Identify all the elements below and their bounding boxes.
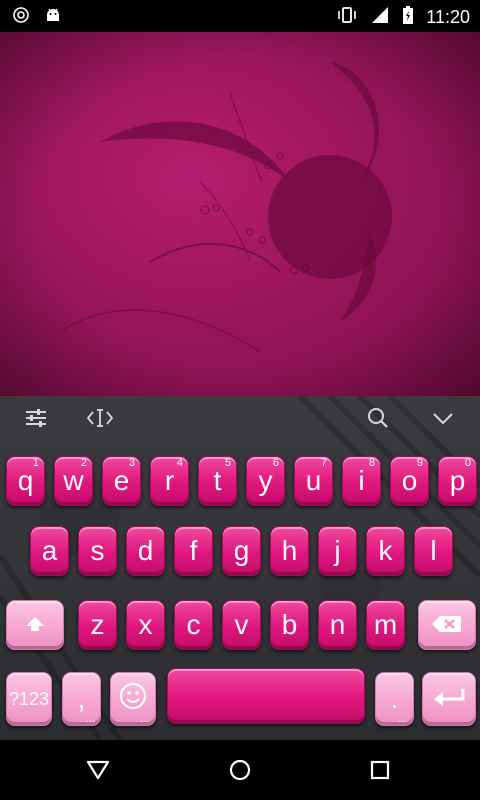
key-e[interactable]: 3e — [102, 456, 141, 506]
key-l[interactable]: l — [414, 526, 453, 576]
key-h[interactable]: h — [270, 526, 309, 576]
space-bar[interactable] — [167, 668, 365, 724]
enter-key[interactable] — [422, 672, 476, 726]
key-y[interactable]: 6y — [246, 456, 285, 506]
backspace-icon — [431, 609, 463, 641]
key-t[interactable]: 5t — [198, 456, 237, 506]
key-f[interactable]: f — [174, 526, 213, 576]
sync-icon — [12, 6, 30, 29]
key-j[interactable]: j — [318, 526, 357, 576]
key-o[interactable]: 9o — [390, 456, 429, 506]
key-a[interactable]: a — [30, 526, 69, 576]
cursor-icon[interactable] — [80, 402, 120, 434]
android-icon — [44, 6, 62, 29]
shift-arrow-icon — [24, 609, 46, 641]
status-bar: 11:20 — [0, 0, 480, 32]
key-b[interactable]: b — [270, 600, 309, 650]
back-icon[interactable] — [78, 755, 118, 785]
home-icon[interactable] — [220, 755, 260, 785]
key-m[interactable]: m — [366, 600, 405, 650]
key-n[interactable]: n — [318, 600, 357, 650]
key-r[interactable]: 4r — [150, 456, 189, 506]
keyboard-toolbar — [0, 396, 480, 440]
signal-icon — [370, 5, 390, 30]
comma-key[interactable]: ,… — [62, 672, 101, 726]
key-z[interactable]: z — [78, 600, 117, 650]
key-q[interactable]: 1q — [6, 456, 45, 506]
key-x[interactable]: x — [126, 600, 165, 650]
key-c[interactable]: c — [174, 600, 213, 650]
wallpaper-background — [0, 32, 480, 396]
shift-key[interactable] — [6, 600, 64, 650]
key-d[interactable]: d — [126, 526, 165, 576]
vibrate-icon — [336, 5, 358, 30]
key-g[interactable]: g — [222, 526, 261, 576]
backspace-key[interactable] — [418, 600, 476, 650]
smiley-icon — [118, 681, 148, 718]
symbols-key[interactable]: ?123 — [6, 672, 52, 726]
chevron-down-icon[interactable] — [423, 402, 463, 434]
keyboard: 1q 2w 3e 4r 5t 6y 7u 8i 9o 0p a s d f g … — [0, 396, 480, 740]
settings-sliders-icon[interactable] — [16, 402, 56, 434]
recents-icon[interactable] — [360, 755, 400, 785]
key-u[interactable]: 7u — [294, 456, 333, 506]
key-k[interactable]: k — [366, 526, 405, 576]
emoji-key[interactable]: … — [110, 672, 156, 726]
navigation-bar — [0, 740, 480, 800]
abstract-artwork-image — [0, 32, 480, 396]
key-p[interactable]: 0p — [438, 456, 477, 506]
search-icon[interactable] — [358, 402, 398, 434]
period-key[interactable]: .… — [375, 672, 414, 726]
status-time: 11:20 — [426, 7, 470, 27]
key-w[interactable]: 2w — [54, 456, 93, 506]
key-s[interactable]: s — [78, 526, 117, 576]
key-v[interactable]: v — [222, 600, 261, 650]
enter-arrow-icon — [431, 683, 467, 715]
key-i[interactable]: 8i — [342, 456, 381, 506]
battery-icon — [402, 5, 414, 30]
